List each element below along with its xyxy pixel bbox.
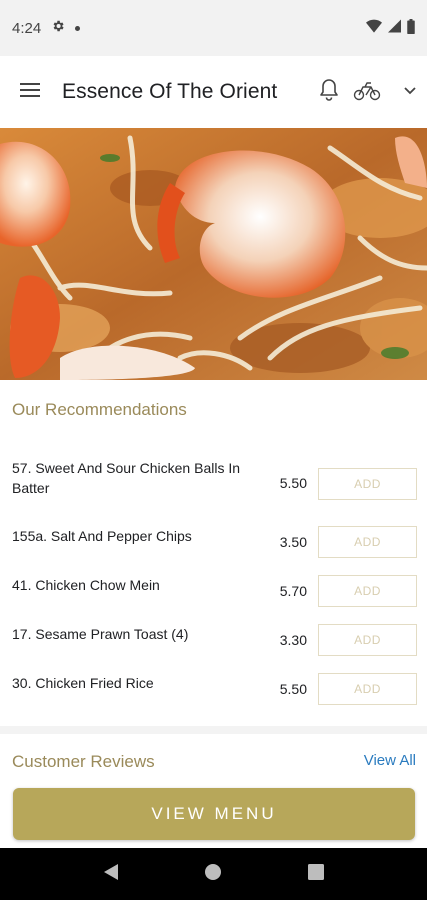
status-left: 4:24 — [12, 19, 81, 37]
view-menu-button[interactable]: VIEW MENU — [13, 788, 415, 840]
wifi-icon — [366, 19, 382, 37]
item-name: 17. Sesame Prawn Toast (4) — [12, 626, 189, 642]
system-nav-bar — [0, 848, 427, 900]
add-button[interactable]: ADD — [318, 624, 417, 656]
item-name: 155a. Salt And Pepper Chips — [12, 528, 192, 544]
view-all-link[interactable]: View All — [364, 752, 416, 769]
chevron-down-icon — [403, 83, 417, 101]
item-price: 3.50 — [279, 534, 307, 550]
status-right — [366, 18, 415, 38]
item-price: 5.70 — [279, 583, 307, 599]
notifications-button[interactable] — [311, 72, 347, 112]
hero-image — [0, 128, 427, 380]
add-button[interactable]: ADD — [318, 673, 417, 705]
bell-icon — [319, 78, 339, 107]
status-bar: 4:24 — [0, 0, 427, 56]
food-illustration — [0, 128, 427, 380]
item-price: 5.50 — [279, 475, 307, 491]
menu-icon — [20, 82, 40, 103]
notification-dot-icon — [75, 25, 81, 31]
item-name: 30. Chicken Fried Rice — [12, 675, 154, 691]
reviews-heading: Customer Reviews — [12, 752, 155, 771]
item-price: 3.30 — [279, 632, 307, 648]
recommendations-heading: Our Recommendations — [12, 400, 187, 419]
item-price: 5.50 — [279, 681, 307, 697]
home-icon[interactable] — [203, 862, 223, 887]
page-title: Essence Of The Orient — [62, 80, 278, 103]
back-icon[interactable] — [102, 862, 120, 887]
item-name: 41. Chicken Chow Mein — [12, 577, 160, 593]
add-button[interactable]: ADD — [318, 468, 417, 500]
section-divider — [0, 726, 427, 734]
order-mode-button[interactable] — [353, 72, 417, 112]
signal-icon — [388, 19, 401, 37]
item-name: 57. Sweet And Sour Chicken Balls In Batt… — [12, 460, 241, 496]
menu-button[interactable] — [8, 70, 52, 114]
status-time: 4:24 — [12, 19, 42, 37]
add-button[interactable]: ADD — [318, 526, 417, 558]
app-bar-actions — [311, 72, 417, 112]
delivery-icon — [353, 79, 381, 106]
battery-icon — [407, 18, 415, 38]
add-button[interactable]: ADD — [318, 575, 417, 607]
app-bar: Essence Of The Orient — [0, 56, 427, 128]
gear-icon — [51, 19, 65, 37]
recents-icon[interactable] — [307, 863, 325, 886]
